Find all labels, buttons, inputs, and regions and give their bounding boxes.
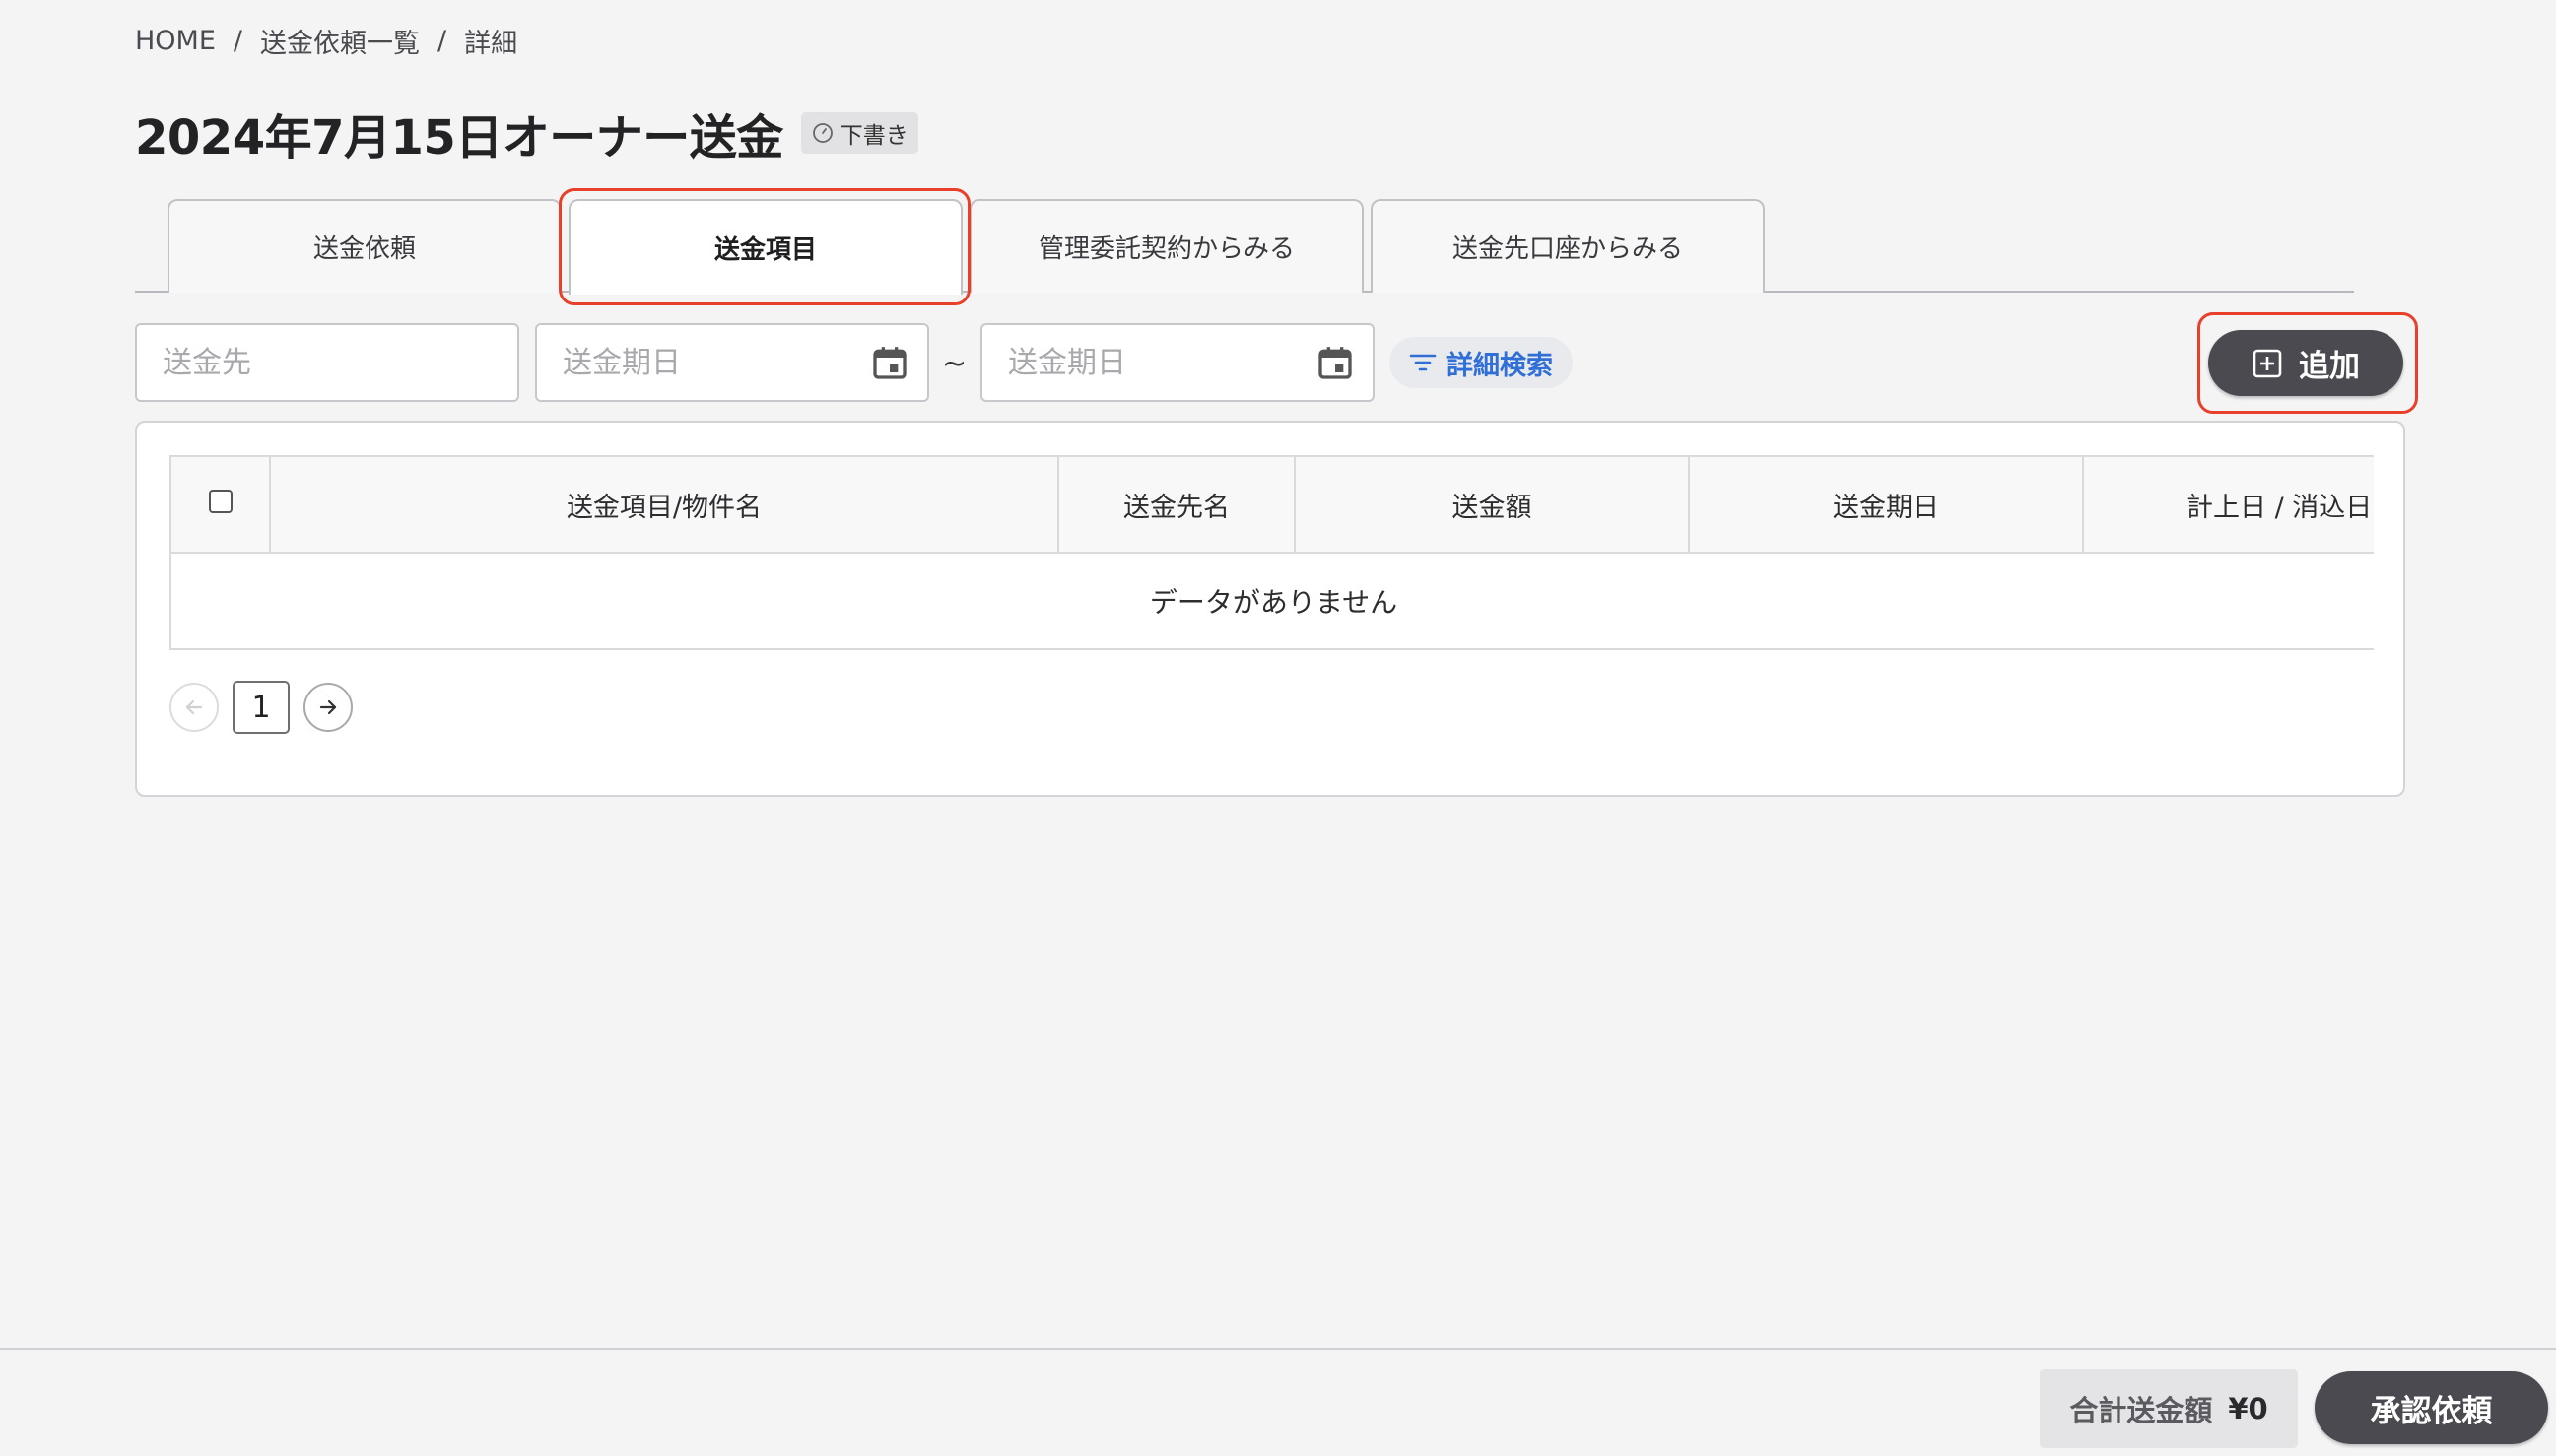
detail-search-button[interactable]: 詳細検索 — [1389, 337, 1573, 388]
arrow-left-icon — [185, 699, 203, 715]
column-header-recipient[interactable]: 送金先名 — [1058, 457, 1296, 554]
table-empty-message: データがありません — [1149, 585, 1398, 619]
status-badge-label: 下書き — [840, 123, 908, 149]
breadcrumb-separator: / — [233, 26, 243, 56]
items-table-wrapper[interactable]: 送金項目/物件名 送金先名 送金額 送金期日 計上日 / 消込日 データがありま… — [169, 455, 2374, 650]
tab-management-contract[interactable]: 管理委託契約からみる — [970, 199, 1364, 293]
plus-square-icon — [2253, 349, 2282, 377]
column-header-due-date[interactable]: 送金期日 — [1689, 457, 2084, 554]
total-amount-value: ¥0 — [2228, 1392, 2268, 1425]
breadcrumb-list[interactable]: 送金依頼一覧 — [260, 22, 420, 60]
column-header-posting-date[interactable]: 計上日 / 消込日 — [2083, 457, 2374, 554]
arrow-right-icon — [319, 699, 337, 715]
request-approval-button[interactable]: 承認依頼 — [2315, 1371, 2548, 1444]
tab-remittance-request[interactable]: 送金依頼 — [168, 199, 562, 293]
tab-label: 送金項目 — [713, 235, 817, 265]
footer-bar: 合計送金額 ¥0 承認依頼 — [0, 1348, 2556, 1456]
table-header-row: 送金項目/物件名 送金先名 送金額 送金期日 計上日 / 消込日 — [171, 457, 2374, 554]
next-page-button[interactable] — [303, 683, 353, 732]
breadcrumb-separator: / — [437, 26, 447, 56]
tab-remittance-items[interactable]: 送金項目 — [569, 199, 963, 295]
tab-bar: 送金依頼 送金項目 管理委託契約からみる 送金先口座からみる — [135, 197, 2354, 295]
calendar-icon[interactable] — [870, 342, 909, 383]
page-number-button[interactable]: 1 — [233, 681, 290, 734]
items-table: 送金項目/物件名 送金先名 送金額 送金期日 計上日 / 消込日 — [171, 457, 2374, 554]
tab-label: 管理委託契約からみる — [1038, 234, 1295, 264]
date-to-field — [980, 323, 1375, 402]
select-all-cell — [171, 457, 271, 554]
add-button-label: 追加 — [2299, 349, 2360, 384]
recipient-search-input[interactable] — [135, 323, 519, 402]
breadcrumb-current: 詳細 — [464, 29, 518, 59]
tab-recipient-account[interactable]: 送金先口座からみる — [1371, 199, 1765, 293]
date-from-field — [535, 323, 929, 402]
items-card: 送金項目/物件名 送金先名 送金額 送金期日 計上日 / 消込日 データがありま… — [135, 421, 2405, 797]
date-range-separator: ~ — [942, 347, 968, 381]
tab-label: 送金依頼 — [312, 234, 416, 264]
select-all-checkbox[interactable] — [208, 489, 233, 513]
filter-icon — [1409, 354, 1437, 371]
prev-page-button[interactable] — [169, 683, 219, 732]
column-header-amount[interactable]: 送金額 — [1295, 457, 1690, 554]
total-amount-box: 合計送金額 ¥0 — [2040, 1369, 2298, 1448]
total-amount-label: 合計送金額 — [2069, 1394, 2213, 1427]
title-row: 2024年7月15日オーナー送金 下書き — [135, 99, 918, 167]
status-badge: 下書き — [800, 112, 918, 154]
detail-search-label: 詳細検索 — [1446, 350, 1553, 381]
calendar-icon[interactable] — [1315, 342, 1355, 383]
breadcrumb: HOME / 送金依頼一覧 / 詳細 — [135, 22, 517, 60]
page-title: 2024年7月15日オーナー送金 — [135, 110, 783, 165]
pagination: 1 — [169, 681, 353, 734]
add-button[interactable]: 追加 — [2208, 330, 2403, 396]
breadcrumb-home[interactable]: HOME — [135, 26, 216, 56]
tab-label: 送金先口座からみる — [1451, 234, 1683, 264]
clock-icon — [812, 123, 833, 143]
column-header-item-property[interactable]: 送金項目/物件名 — [270, 457, 1059, 554]
